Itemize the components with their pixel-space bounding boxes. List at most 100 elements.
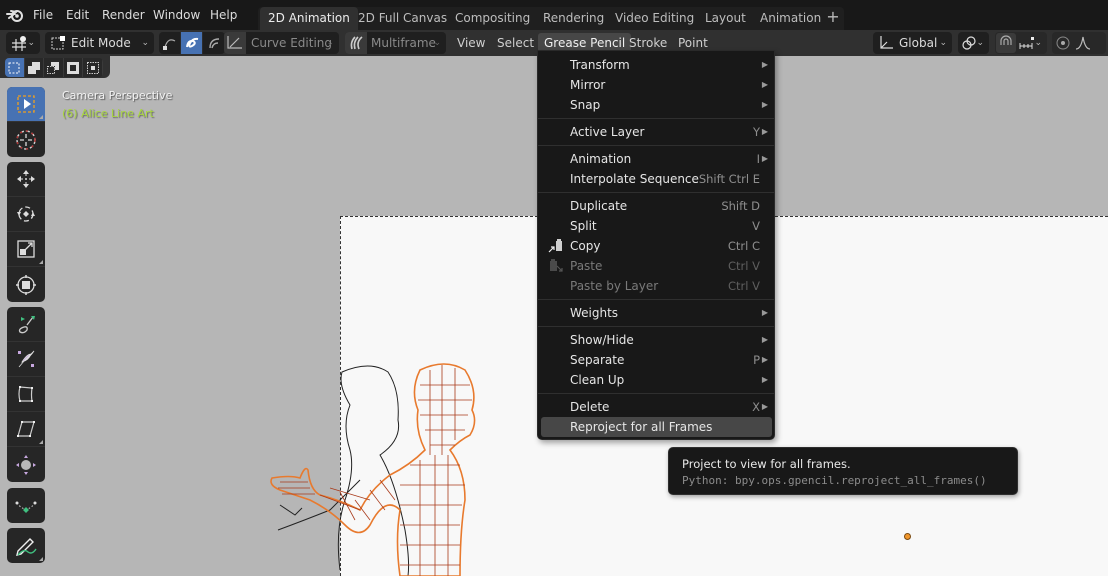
transform-icon <box>16 274 36 295</box>
multiframe-toggle[interactable]: Multiframe ⌄ <box>345 32 446 54</box>
menu-item-show-hide[interactable]: Show/Hide ▶ <box>541 330 772 350</box>
menu-item-active-layer[interactable]: Active Layer Y ▶ <box>541 122 772 142</box>
tab-video-editing[interactable]: Video Editing <box>607 7 702 30</box>
cursor-icon <box>16 129 36 150</box>
menu-file[interactable]: File <box>33 8 53 22</box>
menu-edit[interactable]: Edit <box>66 8 89 22</box>
mode-select[interactable]: Edit Mode ⌄ <box>45 32 154 54</box>
submenu-arrow-icon: ▶ <box>761 127 768 136</box>
select-subtract-button[interactable] <box>44 58 64 77</box>
menu-item-split[interactable]: Split V <box>541 216 772 236</box>
point-mode-icon <box>162 39 175 50</box>
tab-2d-animation[interactable]: 2D Animation <box>260 7 358 30</box>
menu-item-paste-by-layer[interactable]: Paste by Layer Ctrl V <box>541 276 772 296</box>
header-menu-select[interactable]: Select <box>491 33 540 53</box>
menu-separator <box>538 326 774 327</box>
selection-mode-panel <box>0 56 110 78</box>
select-invert-button[interactable] <box>64 58 84 77</box>
chevron-down-icon: ⌄ <box>27 38 35 48</box>
tool-transform[interactable] <box>7 267 45 302</box>
select-intersect-button[interactable] <box>83 58 103 77</box>
tool-scale[interactable] <box>7 232 45 267</box>
menu-item-label: Delete <box>570 400 610 414</box>
shortcut-label: Y <box>752 125 760 139</box>
proportional-editing-icon[interactable] <box>1054 34 1072 52</box>
point-select-mode-button[interactable] <box>159 32 181 54</box>
editor-type-button[interactable]: ⌄ <box>6 32 40 54</box>
shear-icon <box>18 350 35 368</box>
pivot-point-select[interactable]: ⌄ <box>958 32 989 54</box>
menu-item-snap[interactable]: Snap ▶ <box>541 95 772 115</box>
menu-item-transform[interactable]: Transform ▶ <box>541 55 772 75</box>
menu-item-reproject-all-frames[interactable]: Reproject for all Frames <box>541 417 772 437</box>
menu-item-label: Active Layer <box>570 125 645 139</box>
camera-perspective-label: Camera Perspective <box>62 89 173 102</box>
menu-item-copy[interactable]: Copy Ctrl C <box>541 236 772 256</box>
tab-animation[interactable]: Animation <box>752 7 829 30</box>
tool-cursor[interactable] <box>7 122 45 157</box>
paste-icon <box>550 259 563 272</box>
tool-interpolate[interactable] <box>7 488 45 523</box>
menu-item-paste[interactable]: Paste Ctrl V <box>541 256 772 276</box>
curve-editing-icon <box>224 32 246 54</box>
menu-item-label: Clean Up <box>570 373 625 387</box>
tab-compositing[interactable]: Compositing <box>447 7 538 30</box>
menu-item-delete[interactable]: Delete X ▶ <box>541 397 772 417</box>
menu-render[interactable]: Render <box>102 8 145 22</box>
curve-editing-label: Curve Editing <box>251 36 333 50</box>
toolbar-group-interpolate <box>7 488 45 523</box>
radius-icon <box>18 316 35 334</box>
chevron-down-icon[interactable]: ⌄ <box>1034 32 1042 54</box>
select-invert-icon <box>67 61 80 74</box>
submenu-arrow-icon: ▶ <box>761 308 768 317</box>
menu-separator <box>538 299 774 300</box>
scale-icon <box>17 240 35 258</box>
tool-rotate[interactable] <box>7 197 45 232</box>
submenu-arrow-icon: ▶ <box>761 402 768 411</box>
menu-item-weights[interactable]: Weights ▶ <box>541 303 772 323</box>
blender-logo-icon[interactable] <box>6 6 24 24</box>
transform-fill-icon <box>16 454 36 475</box>
select-extend-button[interactable] <box>25 58 45 77</box>
tool-radius[interactable] <box>7 307 45 342</box>
menu-item-interpolate-sequence[interactable]: Interpolate Sequence Shift Ctrl E <box>541 169 772 189</box>
snap-magnet-icon[interactable] <box>996 33 1016 53</box>
tab-rendering[interactable]: Rendering <box>535 7 612 30</box>
select-new-button[interactable] <box>5 58 25 77</box>
menu-item-separate[interactable]: Separate P ▶ <box>541 350 772 370</box>
shortcut-label: Ctrl V <box>728 279 760 293</box>
menu-window[interactable]: Window <box>153 8 200 22</box>
tool-shear[interactable] <box>7 342 45 377</box>
menu-help[interactable]: Help <box>210 8 237 22</box>
tab-2d-full-canvas[interactable]: 2D Full Canvas <box>350 7 455 30</box>
snap-increment-icon[interactable] <box>1018 36 1036 52</box>
curve-editing-toggle[interactable]: Curve Editing ⌄ <box>224 32 339 54</box>
proportional-editing-group <box>1052 32 1106 54</box>
menu-item-animation[interactable]: Animation I ▶ <box>541 149 772 169</box>
submenu-arrow-icon: ▶ <box>761 80 768 89</box>
add-workspace-button[interactable]: + <box>824 7 842 27</box>
stroke-select-mode-button[interactable] <box>181 32 203 54</box>
tool-draw[interactable] <box>7 528 45 563</box>
menu-item-duplicate[interactable]: Duplicate Shift D <box>541 196 772 216</box>
header-menu-view[interactable]: View <box>451 33 491 53</box>
menu-item-clean-up[interactable]: Clean Up ▶ <box>541 370 772 390</box>
tab-layout[interactable]: Layout <box>697 7 754 30</box>
menu-separator <box>538 393 774 394</box>
falloff-curve-icon[interactable] <box>1074 34 1092 52</box>
menu-item-mirror[interactable]: Mirror ▶ <box>541 75 772 95</box>
shortcut-label: I <box>756 152 760 166</box>
select-new-icon <box>8 62 20 73</box>
submenu-arrow-icon: ▶ <box>761 100 768 109</box>
tool-move[interactable] <box>7 162 45 197</box>
menu-item-label: Show/Hide <box>570 333 634 347</box>
tool-select-box[interactable] <box>7 87 45 122</box>
multiframe-label: Multiframe <box>371 36 436 50</box>
transform-orientation-select[interactable]: Global ⌄ <box>873 32 952 54</box>
tool-bend[interactable] <box>7 377 45 412</box>
tool-transform-fill[interactable] <box>7 447 45 482</box>
move-icon <box>17 170 35 188</box>
top-bar: File Edit Render Window Help 2D Animatio… <box>0 0 1108 30</box>
segment-select-mode-button[interactable] <box>203 32 225 54</box>
tool-to-sphere[interactable] <box>7 412 45 447</box>
